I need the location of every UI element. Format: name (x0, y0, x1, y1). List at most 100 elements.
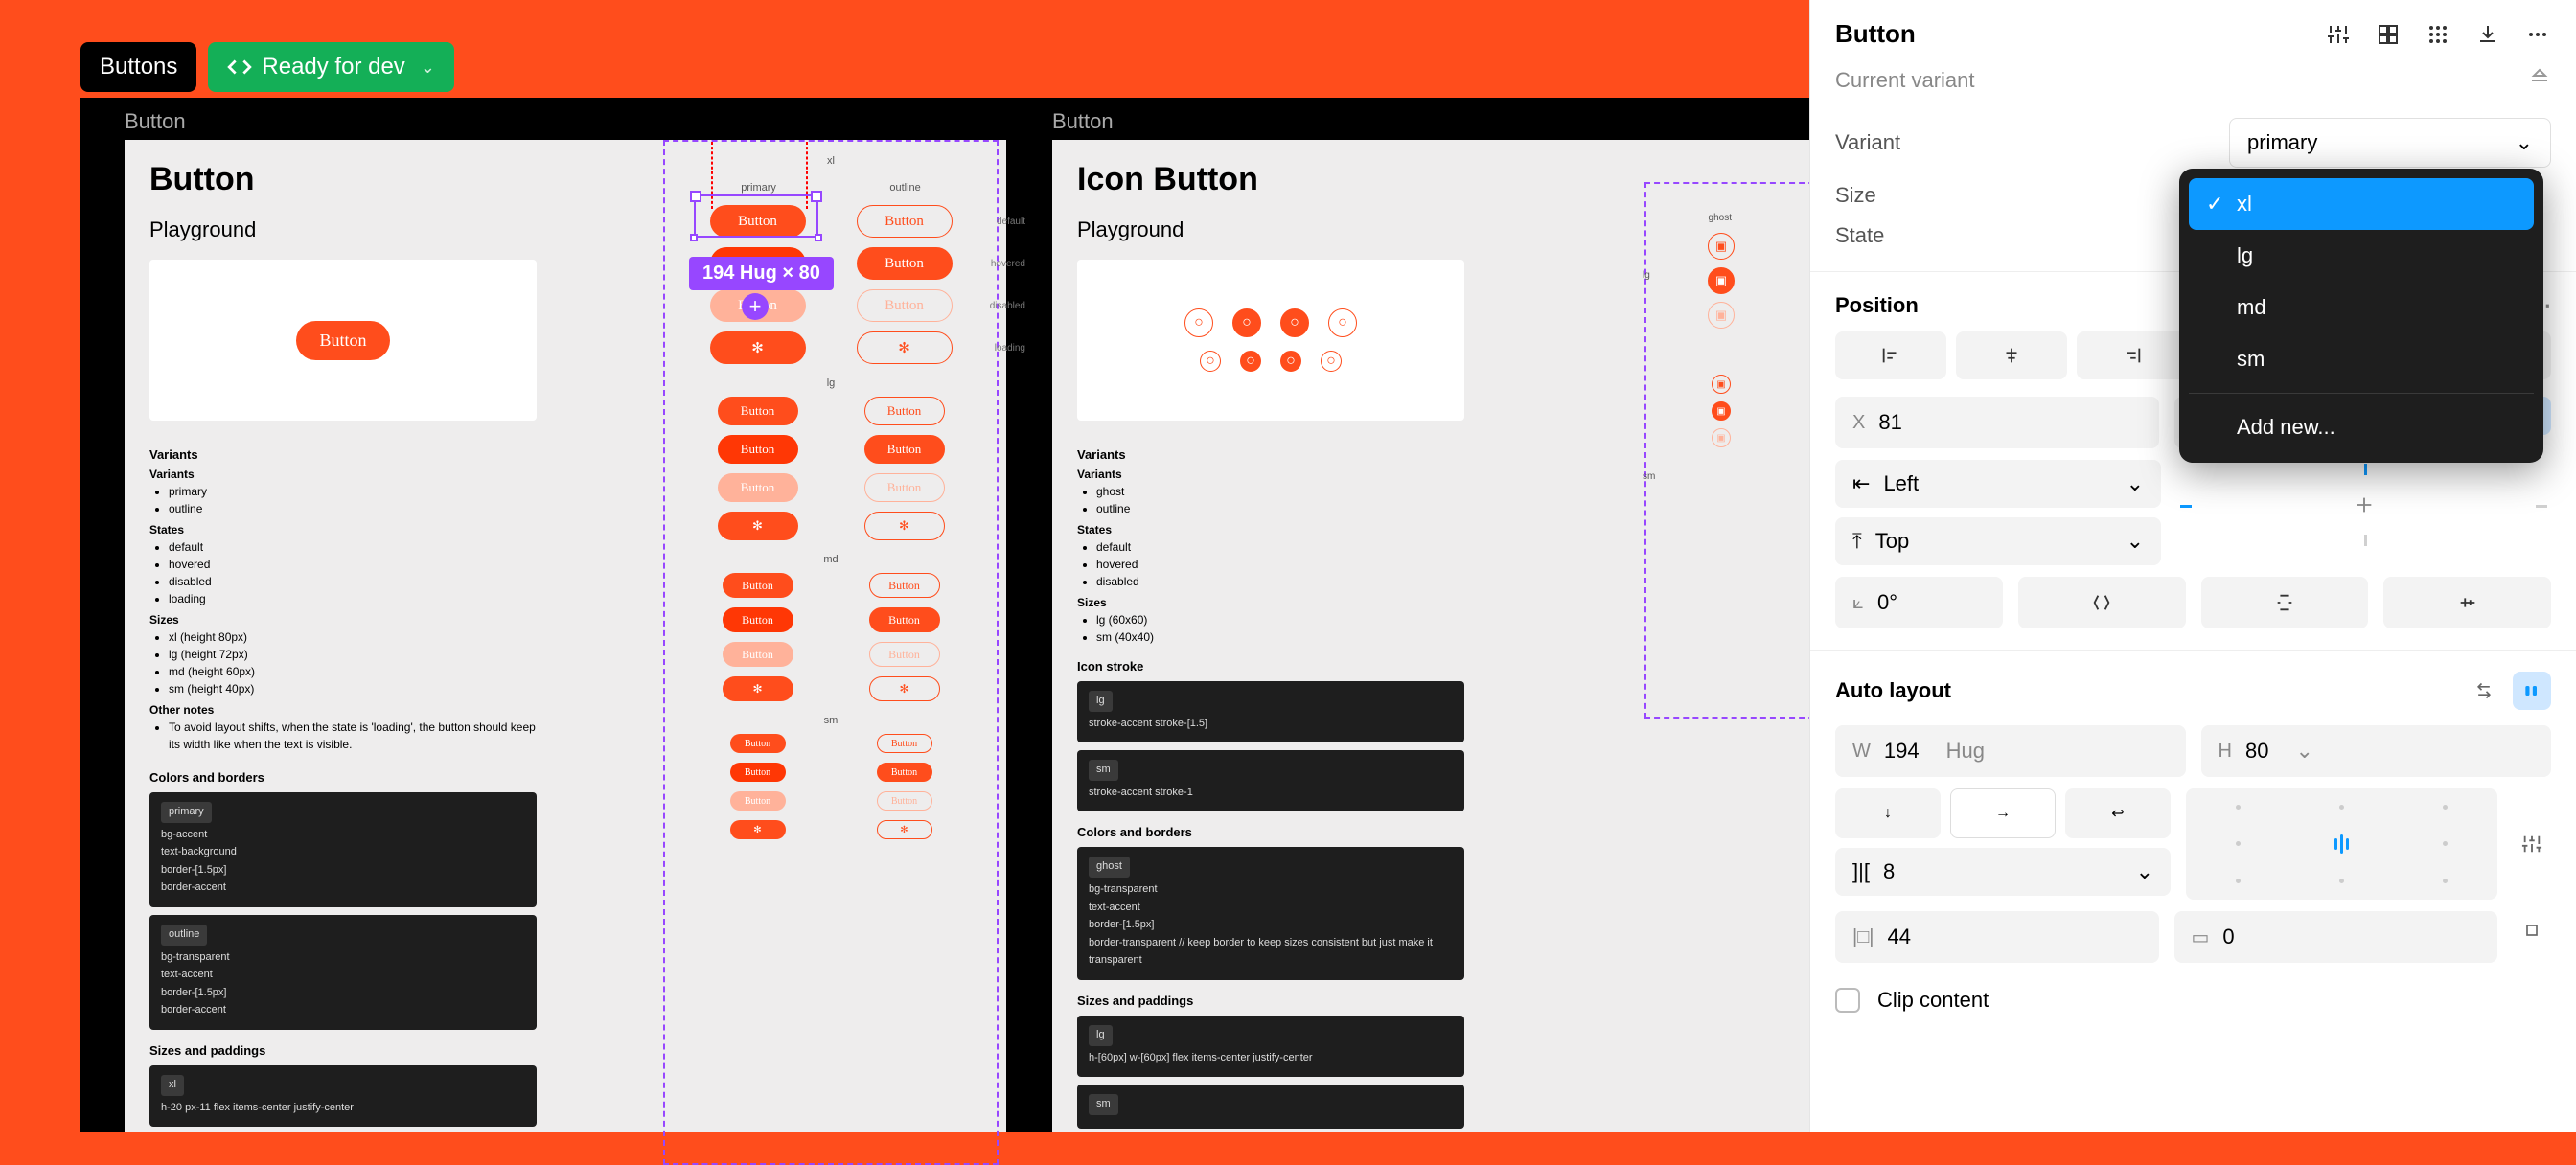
gap-icon: ]|[ (1852, 859, 1870, 884)
variant-button[interactable]: ✻ (730, 820, 786, 839)
variant-button[interactable]: Button (718, 473, 798, 502)
al-mode-icon[interactable] (2513, 672, 2551, 710)
al-settings-icon[interactable] (2513, 825, 2551, 863)
variant-button[interactable]: ✻ (718, 512, 798, 540)
more-icon[interactable] (2524, 21, 2551, 48)
alignment-grid[interactable] (2186, 788, 2497, 900)
dropdown-option-lg[interactable]: ✓lg (2189, 230, 2534, 282)
variant-button[interactable]: Button (723, 642, 794, 667)
x-value: 81 (1878, 410, 1901, 435)
demo-icon-button[interactable]: ○ (1280, 308, 1309, 337)
dropdown-option-xl[interactable]: ✓xl (2189, 178, 2534, 230)
height-input[interactable]: H80⌄ (2201, 725, 2552, 777)
playground-box[interactable]: ○ ○ ○ ○ ○ ○ ○ ○ (1077, 260, 1464, 421)
align-v-center-button[interactable] (2383, 577, 2551, 628)
variant-button[interactable]: Button (723, 573, 794, 598)
state-prop-label: State (1835, 223, 1884, 248)
flip-h-button[interactable] (2018, 577, 2186, 628)
v-constraint-select[interactable]: ⤒Top⌄ (1835, 517, 2161, 565)
variant-button[interactable]: ✻ (877, 820, 932, 839)
variant-button[interactable]: Button (857, 247, 953, 280)
pad-v-input[interactable]: ▭0 (2174, 911, 2498, 963)
download-icon[interactable] (2474, 21, 2501, 48)
variant-button[interactable]: Button (877, 763, 932, 782)
gap-input[interactable]: ]|[8⌄ (1835, 848, 2171, 896)
h-constraint-select[interactable]: ⇤Left⌄ (1835, 460, 2161, 508)
option-label: xl (2237, 192, 2252, 217)
variant-button[interactable]: ✻ (869, 676, 940, 701)
icon-variant[interactable]: ▣ (1712, 375, 1731, 394)
width-input[interactable]: W194Hug (1835, 725, 2186, 777)
frame-icon-button[interactable]: Icon Button Playground ○ ○ ○ ○ ○ ○ ○ ○ (1052, 140, 1934, 1132)
variant-button[interactable]: Button (718, 397, 798, 425)
direction-wrap-button[interactable]: ↩ (2065, 788, 2171, 838)
icon-variant[interactable]: ▣ (1708, 267, 1735, 294)
constraint-widget[interactable] (2176, 460, 2551, 550)
variant-button[interactable]: Button (730, 763, 786, 782)
demo-icon-button[interactable]: ○ (1280, 351, 1301, 372)
demo-icon-button[interactable]: ○ (1240, 351, 1261, 372)
variant-button[interactable]: Button (864, 435, 945, 464)
playground-box[interactable]: Button (150, 260, 537, 421)
code-block: primary bg-accent text-background border… (150, 792, 537, 907)
demo-icon-button[interactable]: ○ (1232, 308, 1261, 337)
icon-variant[interactable]: ▣ (1708, 233, 1735, 260)
variant-button[interactable]: Button (730, 734, 786, 753)
variant-button[interactable]: Button (877, 734, 932, 753)
variant-button[interactable]: Button (857, 289, 953, 322)
demo-icon-button[interactable]: ○ (1321, 351, 1342, 372)
demo-icon-button[interactable]: ○ (1184, 308, 1213, 337)
component-icon[interactable] (2375, 21, 2402, 48)
variant-button[interactable]: Button (869, 607, 940, 632)
code-line: h-[60px] w-[60px] flex items-center just… (1089, 1052, 1313, 1063)
code-line: border-accent (161, 1004, 226, 1016)
ready-for-dev-tag[interactable]: Ready for dev ⌄ (208, 42, 454, 92)
variant-button[interactable]: Button (877, 791, 932, 811)
pad-h-input[interactable]: |□|44 (1835, 911, 2159, 963)
rotation-input[interactable]: ⟀0° (1835, 577, 2003, 628)
collapse-icon[interactable] (2528, 67, 2551, 90)
variant-button[interactable]: Button (864, 397, 945, 425)
variant-button[interactable]: ✻ (723, 676, 794, 701)
align-left-button[interactable] (1835, 331, 1946, 379)
variant-button[interactable]: Button (718, 435, 798, 464)
direction-down-button[interactable]: ↓ (1835, 788, 1941, 838)
clip-content-checkbox[interactable] (1835, 988, 1860, 1013)
dropdown-option-md[interactable]: ✓md (2189, 282, 2534, 333)
variant-button[interactable]: Button (869, 642, 940, 667)
settings-icon[interactable] (2325, 21, 2352, 48)
align-right-button[interactable] (2077, 331, 2188, 379)
demo-icon-button[interactable]: ○ (1328, 308, 1357, 337)
icon-variant[interactable]: ▣ (1708, 302, 1735, 329)
code-tag: sm (1089, 1094, 1118, 1115)
variant-button[interactable]: ✻ (710, 331, 806, 364)
selection-box[interactable] (694, 194, 818, 238)
icon-variant[interactable]: ▣ (1712, 428, 1731, 447)
variant-select[interactable]: primary⌄ (2229, 118, 2551, 168)
demo-button[interactable]: Button (296, 321, 389, 360)
variant-container[interactable]: primary xl outline ButtonButtondefault B… (663, 140, 999, 1165)
al-collapse-icon[interactable] (2465, 672, 2503, 710)
x-input[interactable]: X81 (1835, 397, 2159, 448)
variant-button[interactable]: Button (723, 607, 794, 632)
variant-button[interactable]: Button (869, 573, 940, 598)
demo-icon-button[interactable]: ○ (1200, 351, 1221, 372)
frame-label[interactable]: Button (1052, 109, 1114, 134)
variant-button[interactable]: Button (864, 473, 945, 502)
dropdown-add-new[interactable]: Add new... (2189, 401, 2534, 453)
variant-button[interactable]: Button (857, 205, 953, 238)
code-block: sm (1077, 1085, 1464, 1129)
grid-icon[interactable] (2425, 21, 2451, 48)
component-name-tag[interactable]: Buttons (80, 42, 196, 92)
icon-variant[interactable]: ▣ (1712, 401, 1731, 421)
variant-button[interactable]: Button (730, 791, 786, 811)
variant-button[interactable]: ✻ (857, 331, 953, 364)
pad-individual-icon[interactable] (2513, 911, 2551, 949)
flip-v-button[interactable] (2201, 577, 2369, 628)
align-center-h-button[interactable] (1956, 331, 2067, 379)
add-variant-button[interactable]: + (742, 293, 769, 320)
direction-right-button[interactable]: → (1950, 788, 2056, 838)
variant-button[interactable]: ✻ (864, 512, 945, 540)
dropdown-option-sm[interactable]: ✓sm (2189, 333, 2534, 385)
frame-label[interactable]: Button (125, 109, 186, 134)
